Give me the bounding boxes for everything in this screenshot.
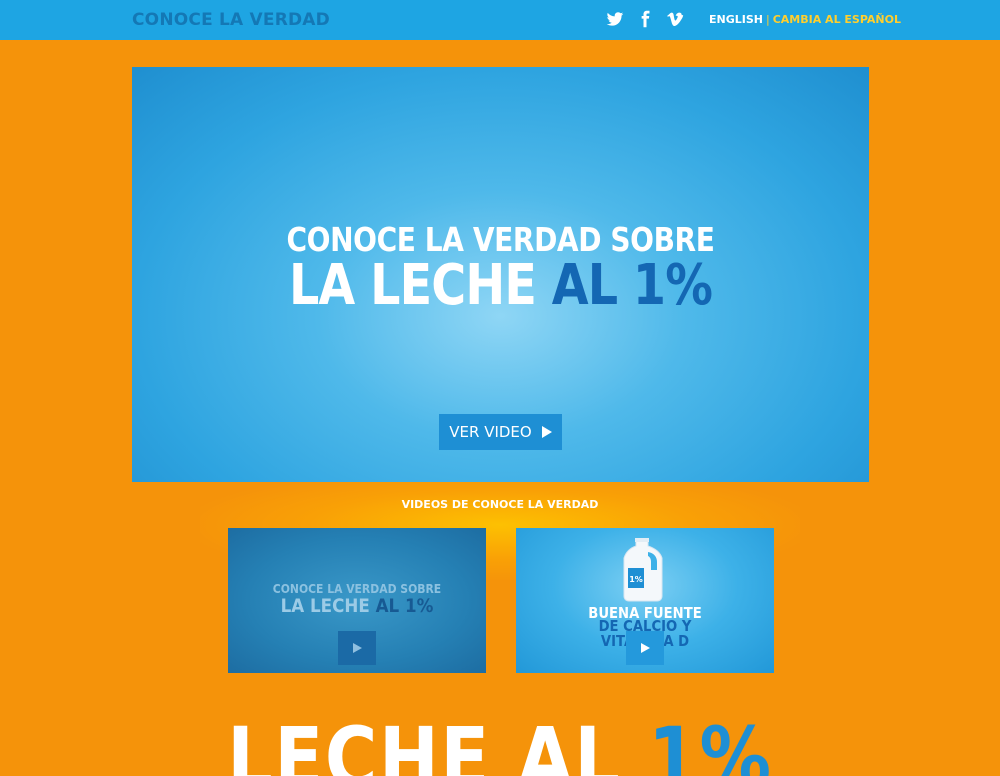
watch-video-label: VER VIDEO <box>449 423 532 441</box>
jug-label: 1% <box>629 575 643 584</box>
section-heading-accent: 1% <box>648 709 773 776</box>
watch-video-button[interactable]: VER VIDEO <box>439 414 562 450</box>
vimeo-icon[interactable] <box>666 9 684 29</box>
lang-separator: | <box>765 13 770 26</box>
section-heading: LECHE AL 1% <box>75 708 925 776</box>
thumb1-title-line1: CONOCE LA VERDAD SOBRE <box>272 582 442 596</box>
thumb2-play-button[interactable] <box>626 631 664 665</box>
hero-title-main: LA LECHE <box>288 253 552 318</box>
social-links <box>606 9 684 29</box>
video-thumbnail-1[interactable]: CONOCE LA VERDAD SOBRE LA LECHE AL 1% <box>228 528 486 673</box>
play-icon <box>541 426 552 438</box>
video-thumbnail-2[interactable]: 1% BUENA FUENTE DE CALCIO Y VITAMINA D <box>516 528 774 673</box>
section-heading-main: LECHE AL <box>227 709 649 776</box>
hero-title-line2: LA LECHE AL 1% <box>187 253 813 318</box>
twitter-icon[interactable] <box>606 9 624 29</box>
play-icon <box>352 643 362 653</box>
site-title[interactable]: CONOCE LA VERDAD <box>132 10 330 30</box>
thumb1-title-accent: AL 1% <box>375 595 434 617</box>
facebook-icon[interactable] <box>636 9 654 29</box>
thumb1-title-main: LA LECHE <box>280 595 376 617</box>
milk-jug-icon: 1% <box>620 538 666 602</box>
play-icon <box>640 643 650 653</box>
top-bar: CONOCE LA VERDAD ENGLISH | CAMBIA AL ESPAÑ… <box>0 0 1000 40</box>
videos-heading: VIDEOS DE CONOCE LA VERDAD <box>401 498 599 511</box>
thumb1-play-button[interactable] <box>338 631 376 665</box>
lang-spanish-link[interactable]: CAMBIA AL ESPAÑOL <box>773 13 901 26</box>
language-switcher: ENGLISH | CAMBIA AL ESPAÑOL <box>709 13 901 26</box>
hero-title-accent: AL 1% <box>551 253 713 318</box>
thumb1-title-line2: LA LECHE AL 1% <box>243 595 470 617</box>
lang-english-link[interactable]: ENGLISH <box>709 13 763 26</box>
hero-video[interactable]: CONOCE LA VERDAD SOBRE LA LECHE AL 1% VE… <box>132 67 869 482</box>
